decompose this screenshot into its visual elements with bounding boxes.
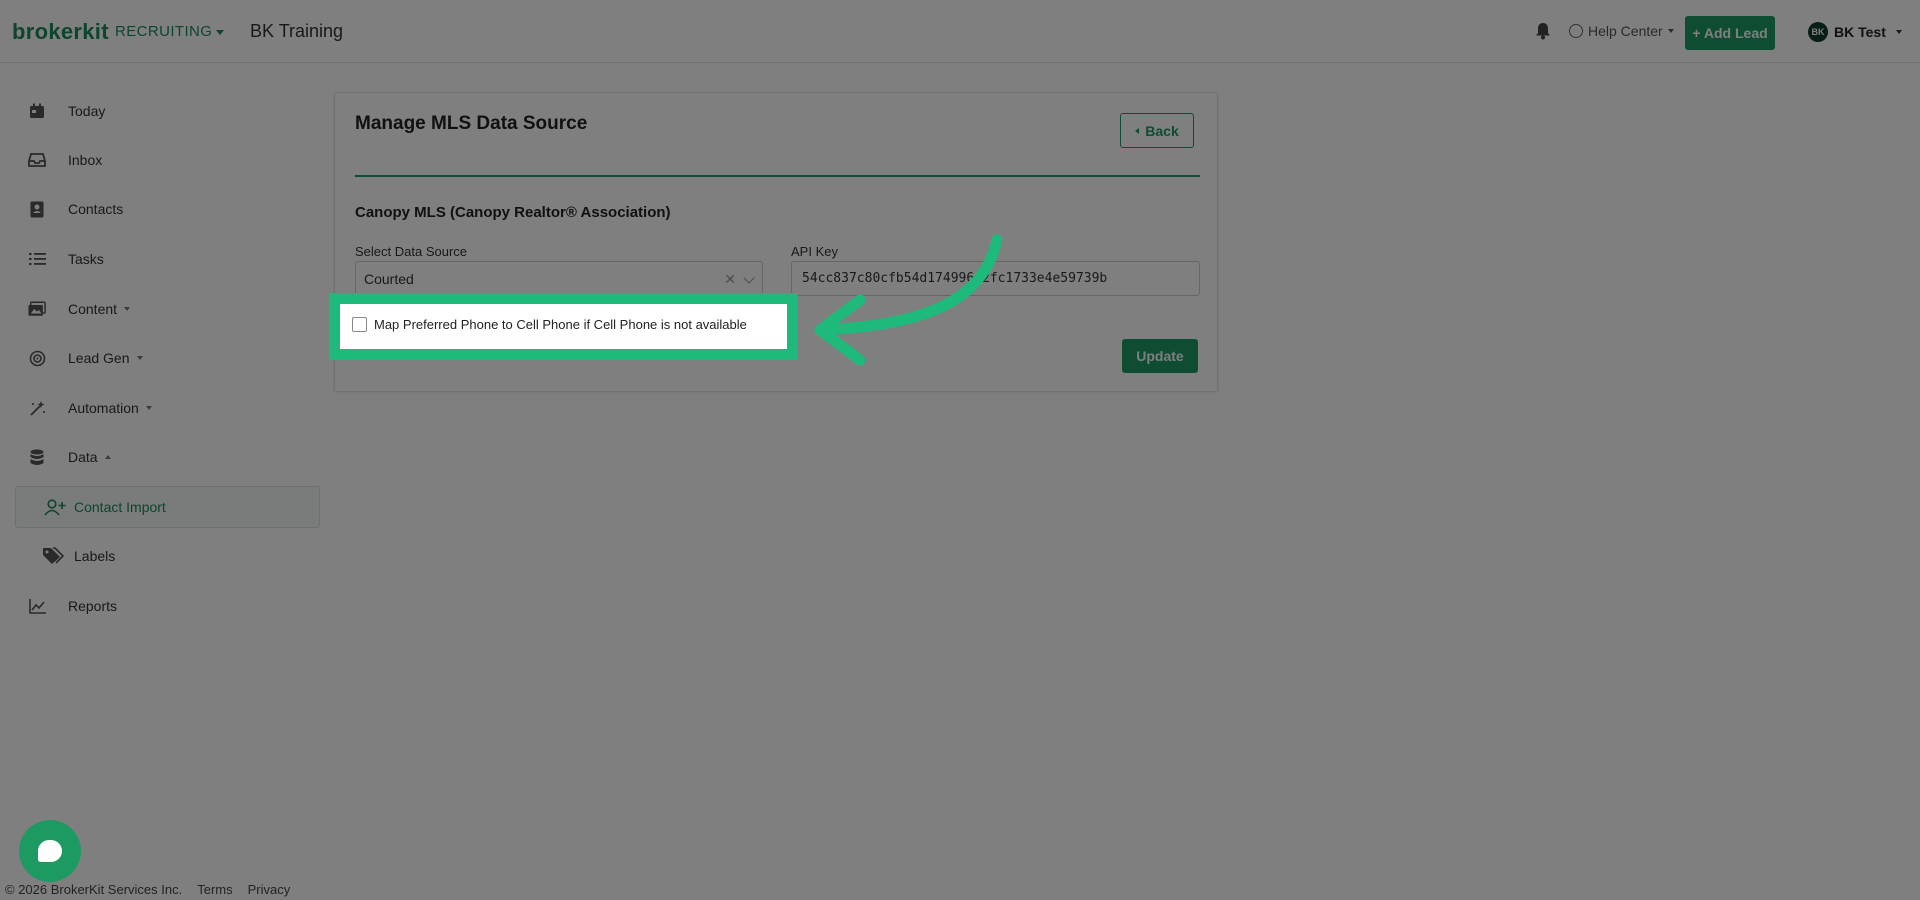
terms-link[interactable]: Terms: [197, 882, 232, 897]
chat-widget-button[interactable]: [19, 820, 81, 882]
map-phone-checkbox-row[interactable]: Map Preferred Phone to Cell Phone if Cel…: [352, 317, 747, 332]
map-phone-checkbox-label: Map Preferred Phone to Cell Phone if Cel…: [374, 317, 747, 332]
map-phone-checkbox[interactable]: [352, 317, 367, 332]
footer: © 2026 BrokerKit Services Inc. Terms Pri…: [5, 882, 290, 897]
pointer-arrow-icon: [814, 234, 1003, 366]
highlight-box: Map Preferred Phone to Cell Phone if Cel…: [329, 293, 798, 360]
chat-bubble-icon: [38, 840, 62, 862]
privacy-link[interactable]: Privacy: [248, 882, 291, 897]
copyright: © 2026 BrokerKit Services Inc.: [5, 882, 183, 897]
dim-overlay: [0, 0, 1920, 900]
